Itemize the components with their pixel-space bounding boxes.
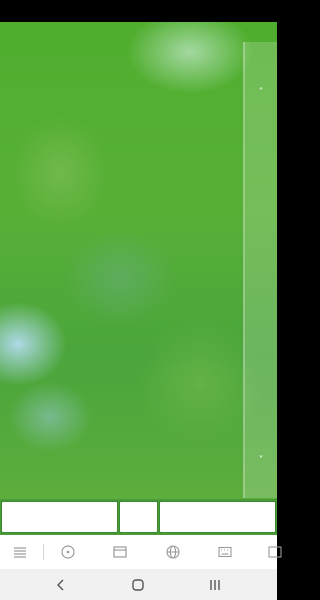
bottom-toolbar: [0, 535, 282, 569]
input-row: [0, 499, 277, 535]
keyboard-icon[interactable]: [216, 543, 234, 561]
menu-icon[interactable]: [11, 543, 29, 561]
recents-icon[interactable]: [205, 575, 225, 595]
input-field-middle[interactable]: [119, 501, 158, 533]
toolbar-divider: [43, 544, 44, 560]
home-icon[interactable]: [128, 575, 148, 595]
chevron-down-icon[interactable]: ˅: [245, 456, 277, 466]
globe-icon[interactable]: [164, 543, 182, 561]
chevron-up-icon[interactable]: ˄: [245, 88, 277, 98]
back-icon[interactable]: [51, 575, 71, 595]
status-bar: [0, 0, 277, 22]
system-navigation-bar: [0, 569, 277, 600]
edge-panel-handle[interactable]: ˄ ˅: [243, 42, 277, 498]
compass-icon[interactable]: [59, 543, 77, 561]
wallpaper-background: [0, 22, 277, 500]
text-edit-icon[interactable]: [266, 543, 284, 561]
input-field-left[interactable]: [1, 501, 118, 533]
input-field-right[interactable]: [159, 501, 276, 533]
browser-window-icon[interactable]: [111, 543, 129, 561]
